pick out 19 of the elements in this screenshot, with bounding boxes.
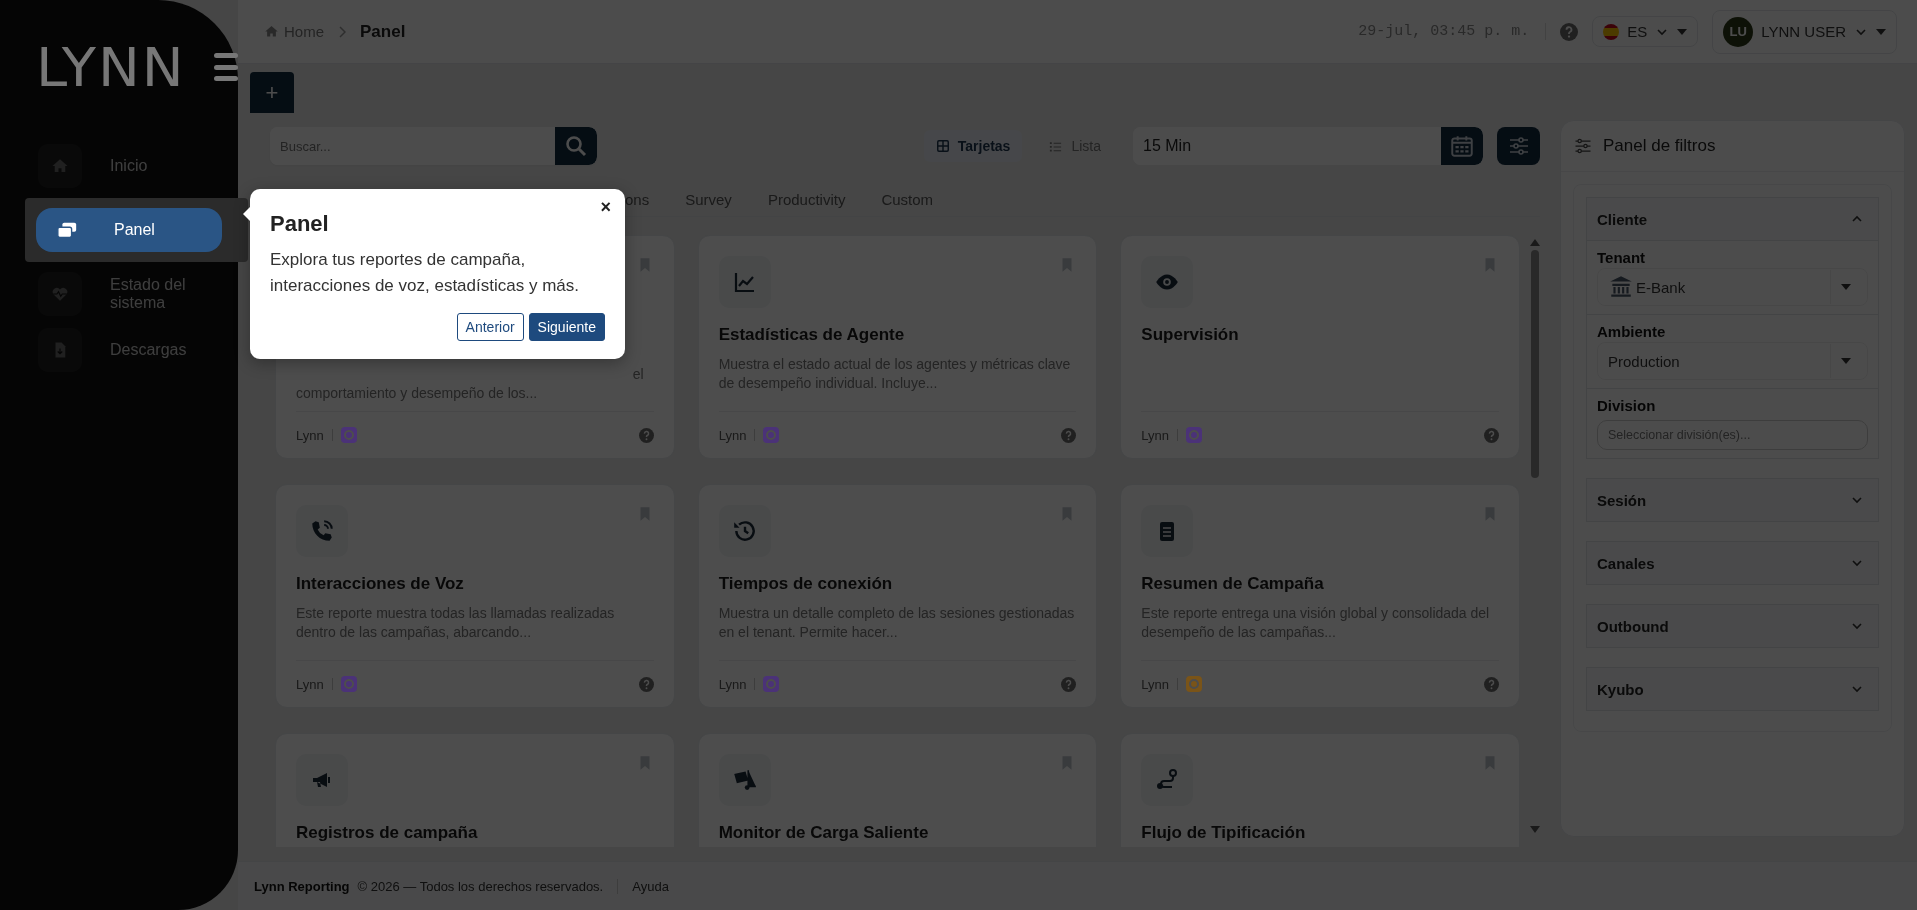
field-label: Ambiente — [1597, 323, 1667, 340]
card-title: Interacciones de Voz — [296, 574, 465, 594]
card-title: Monitor de Carga Saliente — [718, 823, 930, 843]
card-title: Flujo de Tipificación — [1141, 823, 1307, 843]
footer-brand: Lynn Reporting — [254, 878, 350, 894]
field-label: Tenant — [1597, 249, 1647, 266]
card-title: Supervisión — [1141, 325, 1240, 345]
card-title: Registros de campaña — [296, 823, 479, 843]
field-label: Division — [1597, 397, 1657, 414]
card-title: Resumen de Campaña — [1141, 574, 1325, 594]
panel-title: Panel de filtros — [1603, 136, 1716, 156]
copyright-text: © 2026 — Todos los derechos reservados. — [357, 878, 604, 894]
card-title: Estadísticas de Agente — [718, 325, 906, 345]
popover-text: Explora tus reportes de campaña, interacciones de voz, estadísticas y más. — [270, 249, 580, 297]
breadcrumb-current: Panel — [360, 21, 406, 42]
brand-logo: LYNN — [36, 36, 186, 98]
user-avatar: LU — [1723, 16, 1754, 47]
popover-title: Panel — [270, 211, 330, 237]
card-title: Tiempos de conexión — [718, 574, 894, 594]
